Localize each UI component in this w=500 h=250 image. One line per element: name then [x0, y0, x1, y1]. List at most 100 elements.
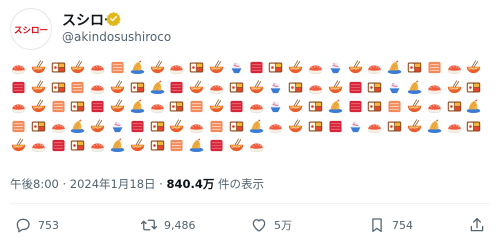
- tuna-icon: [346, 97, 366, 116]
- bento-icon: [306, 97, 326, 116]
- tuna-icon: [9, 78, 29, 97]
- ramen-icon: [9, 136, 29, 155]
- ramen-icon: [326, 78, 346, 97]
- tweet-emoji-content: [9, 58, 489, 156]
- repost-icon: [140, 219, 158, 231]
- sushi-icon: [425, 78, 445, 97]
- tuna-icon: [49, 136, 69, 155]
- bento-icon: [148, 117, 168, 136]
- author-handle[interactable]: @akindosushiroco: [62, 30, 171, 44]
- sushi-icon: [247, 97, 267, 116]
- shaved-ice-icon: [346, 117, 366, 136]
- emoji-row: [9, 97, 489, 116]
- emoji-row: [9, 78, 489, 97]
- ramen-icon: [405, 97, 425, 116]
- shaved-ice-icon: [266, 78, 286, 97]
- ramen-icon: [445, 78, 465, 97]
- tempura-icon: [464, 97, 484, 116]
- avatar[interactable]: スシロー: [10, 8, 52, 50]
- repost-button[interactable]: 9,486: [140, 216, 196, 234]
- sushi-icon: [29, 136, 49, 155]
- bento-icon: [128, 78, 148, 97]
- reply-count: 753: [38, 218, 59, 232]
- ramen-icon: [286, 97, 306, 116]
- tempura-icon: [68, 117, 88, 136]
- bento-icon: [266, 58, 286, 77]
- salmon-icon: [425, 58, 445, 77]
- tempura-icon: [405, 78, 425, 97]
- verified-badge-icon: [106, 11, 121, 26]
- sushi-icon: [306, 78, 326, 97]
- ramen-icon: [207, 58, 227, 77]
- ramen-icon: [346, 58, 366, 77]
- salmon-icon: [108, 58, 128, 77]
- tweet-timestamp[interactable]: 午後8:00 · 2024年1月18日 ·: [10, 177, 166, 191]
- heart-icon: [252, 219, 266, 232]
- views-label: 件の表示: [214, 177, 265, 191]
- shaved-ice-icon: [108, 117, 128, 136]
- salmon-icon: [187, 97, 207, 116]
- bento-icon: [68, 97, 88, 116]
- salmon-icon: [9, 117, 29, 136]
- bookmark-button[interactable]: 754: [368, 216, 413, 234]
- bento-icon: [405, 58, 425, 77]
- emoji-row: [9, 117, 489, 136]
- bento-icon: [167, 97, 187, 116]
- tuna-icon: [227, 97, 247, 116]
- shaved-ice-icon: [266, 97, 286, 116]
- salmon-icon: [49, 97, 69, 116]
- ramen-icon: [286, 117, 306, 136]
- bento-icon: [365, 97, 385, 116]
- ramen-icon: [148, 58, 168, 77]
- bento-icon: [445, 97, 465, 116]
- tempura-icon: [385, 58, 405, 77]
- tuna-icon: [326, 117, 346, 136]
- sushi-icon: [88, 58, 108, 77]
- ramen-icon: [464, 58, 484, 77]
- bento-icon: [286, 78, 306, 97]
- sushi-icon: [365, 117, 385, 136]
- tuna-icon: [167, 78, 187, 97]
- tempura-icon: [148, 78, 168, 97]
- share-button[interactable]: [468, 216, 486, 234]
- tempura-icon: [187, 136, 207, 155]
- tempura-icon: [108, 136, 128, 155]
- ramen-icon: [108, 78, 128, 97]
- ramen-icon: [128, 136, 148, 155]
- bento-icon: [385, 117, 405, 136]
- like-button[interactable]: 5万: [250, 216, 292, 234]
- shaved-ice-icon: [326, 58, 346, 77]
- bento-icon: [68, 136, 88, 155]
- bento-icon: [227, 78, 247, 97]
- tempura-icon: [425, 117, 445, 136]
- sushi-icon: [445, 58, 465, 77]
- emoji-row: [9, 58, 489, 77]
- sushi-icon: [88, 136, 108, 155]
- sushi-icon: [187, 117, 207, 136]
- bento-icon: [365, 78, 385, 97]
- sushi-icon: [207, 78, 227, 97]
- bookmark-icon: [372, 218, 382, 233]
- tuna-icon: [247, 58, 267, 77]
- ramen-icon: [29, 78, 49, 97]
- sushi-icon: [9, 97, 29, 116]
- ramen-icon: [29, 97, 49, 116]
- ramen-icon: [68, 58, 88, 77]
- sushi-icon: [148, 97, 168, 116]
- bento-icon: [49, 78, 69, 97]
- tuna-icon: [346, 78, 366, 97]
- sushi-icon: [365, 58, 385, 77]
- bento-icon: [306, 117, 326, 136]
- shaved-ice-icon: [385, 78, 405, 97]
- action-bar: 753 9,486 5万 754: [10, 216, 490, 238]
- sushi-icon: [445, 117, 465, 136]
- reply-button[interactable]: 753: [14, 216, 59, 234]
- tempura-icon: [128, 97, 148, 116]
- ramen-icon: [286, 58, 306, 77]
- sushi-icon: [247, 136, 267, 155]
- sushi-icon: [88, 78, 108, 97]
- ramen-icon: [108, 97, 128, 116]
- emoji-row: [9, 136, 489, 155]
- bento-icon: [29, 117, 49, 136]
- salmon-icon: [68, 78, 88, 97]
